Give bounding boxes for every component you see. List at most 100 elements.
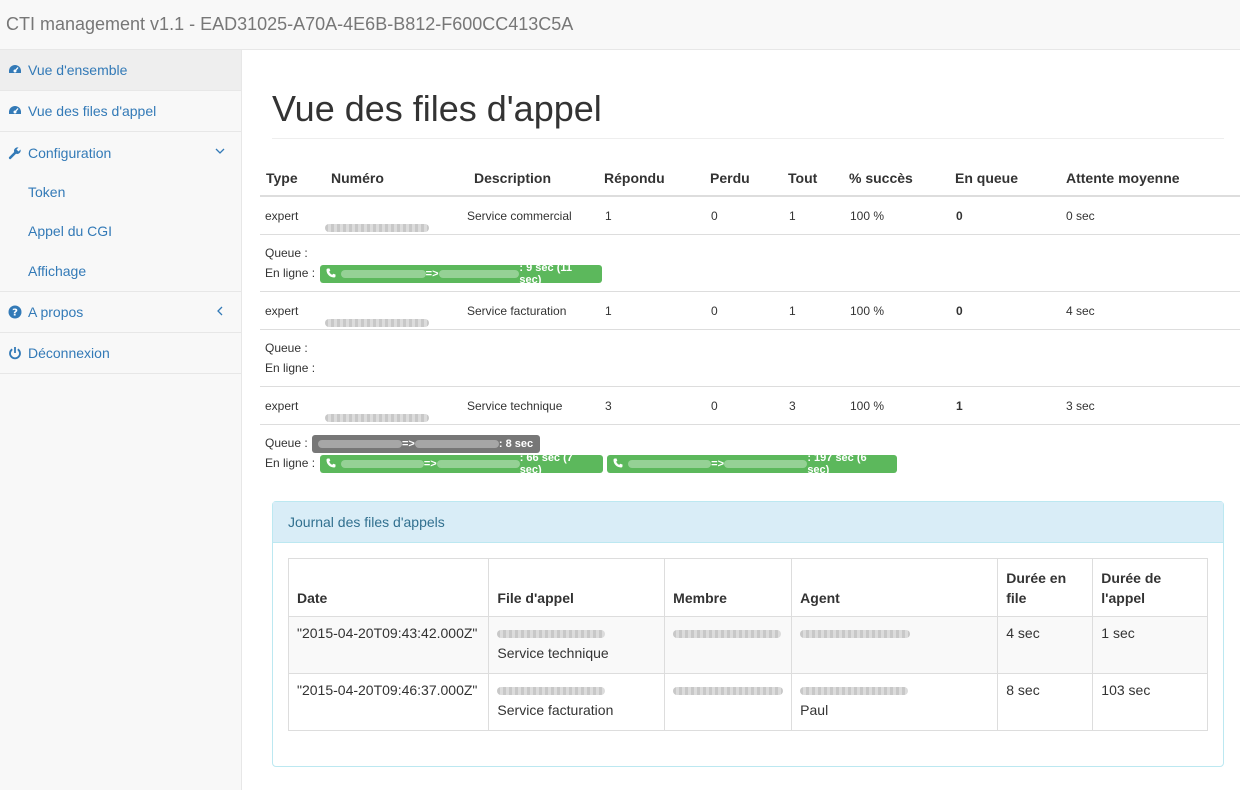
- member-cell: [664, 616, 793, 674]
- sidebar: Vue d'ensemble Vue des files d'appel Con…: [0, 50, 242, 790]
- redacted-number: [497, 687, 606, 695]
- queue-table-header: Type Numéro Description Répondu Perdu To…: [260, 158, 1240, 197]
- total-cell: 1: [789, 209, 796, 223]
- dashboard-icon: [7, 103, 23, 119]
- queue-label: Queue :: [265, 341, 308, 355]
- queued-call-badge[interactable]: => : 8 sec: [312, 435, 540, 453]
- online-call-badge[interactable]: => : 66 sec (7 sec): [320, 452, 603, 476]
- journal-panel-heading: Journal des files d'appels: [273, 502, 1223, 543]
- queue-cell: Service technique: [488, 616, 666, 674]
- avg-wait-cell: 3 sec: [1066, 399, 1095, 413]
- type-cell: expert: [265, 304, 299, 318]
- description-cell: Service commercial: [467, 209, 572, 223]
- description-cell: Service technique: [467, 399, 563, 413]
- power-icon: [7, 345, 23, 361]
- online-call-badge[interactable]: => : 197 sec (6 sec): [607, 452, 897, 476]
- redacted-number: [497, 630, 606, 638]
- column-header: Type: [266, 170, 298, 186]
- description-cell: Service facturation: [467, 304, 567, 318]
- redacted-member: [673, 630, 782, 638]
- column-header: Date: [287, 558, 490, 617]
- agent-cell: Paul: [791, 673, 999, 731]
- column-header: Durée en file: [997, 558, 1094, 617]
- type-cell: expert: [265, 399, 299, 413]
- avg-wait-cell: 0 sec: [1066, 209, 1095, 223]
- table-row: expert Service facturation 1 0 1 100 % 0…: [260, 292, 1240, 330]
- sidebar-item-label: Vue d'ensemble: [28, 62, 128, 78]
- answered-cell: 1: [605, 304, 612, 318]
- answered-cell: 1: [605, 209, 612, 223]
- sidebar-item-configuration[interactable]: Configuration: [0, 132, 241, 173]
- answered-cell: 3: [605, 399, 612, 413]
- sidebar-item-label: Déconnexion: [28, 345, 110, 361]
- call-duration: : 9 sec (11 sec): [519, 262, 572, 286]
- sidebar-item-label: A propos: [28, 304, 84, 320]
- online-call-badge[interactable]: => : 9 sec (11 sec): [320, 262, 602, 286]
- column-header: % succès: [849, 170, 913, 186]
- date-cell: "2015-04-20T09:46:37.000Z": [287, 673, 490, 731]
- arrow-text: =>: [425, 268, 439, 280]
- call-duration: : 66 sec (7 sec): [519, 452, 573, 476]
- member-cell: [664, 673, 793, 731]
- dashboard-icon: [7, 62, 23, 78]
- in-queue-cell: 1: [956, 399, 963, 413]
- chevron-down-icon: [213, 144, 227, 158]
- sidebar-item-about[interactable]: ? A propos: [0, 292, 241, 333]
- success-cell: 100 %: [850, 209, 885, 223]
- app-title[interactable]: CTI management v1.1 - EAD31025-A70A-4E6B…: [6, 14, 573, 35]
- in-queue-cell: 0: [956, 209, 963, 223]
- column-header: Description: [474, 170, 552, 186]
- arrow-text: =>: [711, 458, 725, 470]
- redacted-agent: [800, 630, 911, 638]
- type-cell: expert: [265, 209, 299, 223]
- success-cell: 100 %: [850, 399, 885, 413]
- sidebar-subitem-token[interactable]: Token: [28, 173, 241, 211]
- table-row: "2015-04-20T09:43:42.000Z" Service techn…: [287, 616, 1208, 674]
- online-label: En ligne :: [265, 456, 316, 470]
- table-row: expert Service technique 3 0 3 100 % 1 3…: [260, 387, 1240, 425]
- sidebar-subitem-cgi[interactable]: Appel du CGI: [28, 211, 241, 251]
- agent-name: Paul: [800, 702, 829, 718]
- column-header: Numéro: [331, 170, 384, 186]
- column-header: Durée de l'appel: [1092, 558, 1208, 617]
- chevron-left-icon: [213, 304, 227, 318]
- sidebar-item-label: Configuration: [28, 144, 112, 161]
- sidebar-item-queues[interactable]: Vue des files d'appel: [0, 91, 241, 132]
- column-header: File d'appel: [488, 558, 666, 617]
- journal-table: Date File d'appel Membre Agent Durée en …: [287, 558, 1208, 731]
- call-duration-cell: 1 sec: [1092, 616, 1208, 674]
- table-row: expert Service commercial 1 0 1 100 % 0 …: [260, 197, 1240, 235]
- column-header: En queue: [955, 170, 1019, 186]
- queue-detail-row: Queue : En ligne :: [260, 330, 1240, 387]
- column-header: Perdu: [710, 170, 750, 186]
- lost-cell: 0: [711, 209, 718, 223]
- sidebar-subitem-display[interactable]: Affichage: [28, 251, 241, 291]
- total-cell: 1: [789, 304, 796, 318]
- avg-wait-cell: 4 sec: [1066, 304, 1095, 318]
- wrench-icon: [7, 145, 23, 161]
- table-row: "2015-04-20T09:46:37.000Z" Service factu…: [287, 673, 1208, 731]
- success-cell: 100 %: [850, 304, 885, 318]
- question-circle-icon: ?: [7, 304, 23, 320]
- main-content: Vue des files d'appel Type Numéro Descri…: [242, 50, 1240, 790]
- redacted-agent: [800, 687, 909, 695]
- online-label: En ligne :: [265, 266, 316, 280]
- in-queue-cell: 0: [956, 304, 963, 318]
- queue-table: Type Numéro Description Répondu Perdu To…: [260, 158, 1240, 482]
- journal-panel: Journal des files d'appels Date File d'a…: [272, 501, 1224, 767]
- online-label: En ligne :: [265, 361, 316, 375]
- phone-icon: [326, 458, 338, 471]
- svg-text:?: ?: [12, 308, 18, 319]
- journal-header-row: Date File d'appel Membre Agent Durée en …: [287, 558, 1208, 617]
- column-header: Attente moyenne: [1066, 170, 1180, 186]
- column-header: Membre: [664, 558, 793, 617]
- sidebar-item-overview[interactable]: Vue d'ensemble: [0, 50, 241, 91]
- phone-icon: [326, 268, 338, 281]
- agent-cell: [791, 616, 999, 674]
- title-divider: [272, 138, 1224, 139]
- sidebar-item-logout[interactable]: Déconnexion: [0, 333, 241, 374]
- queue-duration-cell: 4 sec: [997, 616, 1094, 674]
- queue-cell: Service facturation: [488, 673, 666, 731]
- column-header: Répondu: [604, 170, 665, 186]
- arrow-text: =>: [402, 438, 415, 450]
